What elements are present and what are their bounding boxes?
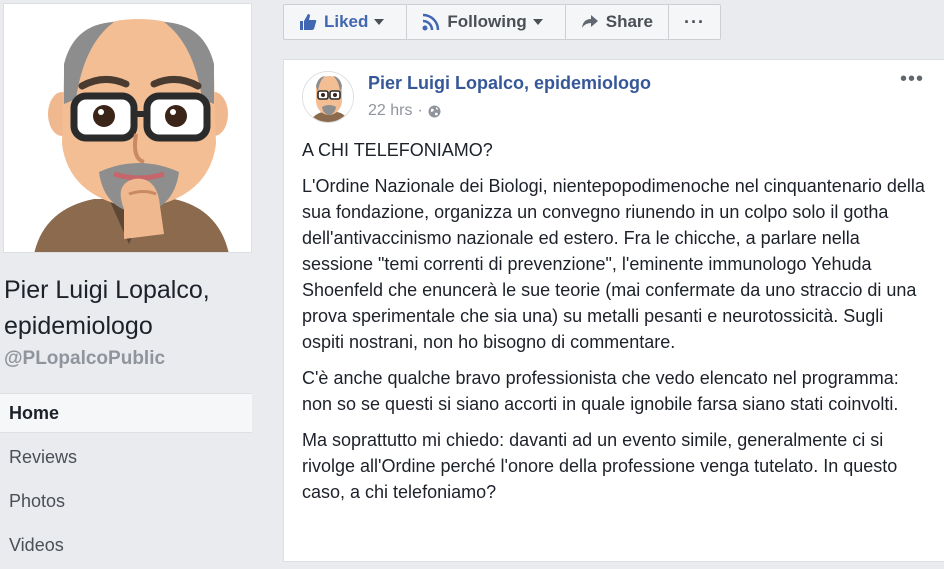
nav-item-photos[interactable]: Photos (0, 481, 252, 521)
post-card: Pier Luigi Lopalco, epidemiologo 22 hrs … (283, 59, 944, 562)
share-arrow-icon (581, 15, 598, 28)
chevron-down-icon (374, 19, 385, 25)
nav-item-home[interactable]: Home (0, 393, 252, 433)
share-button[interactable]: Share (566, 5, 669, 39)
profile-picture[interactable] (3, 3, 252, 253)
action-button-group: Liked Following Share ··· (283, 4, 721, 40)
more-actions-button[interactable]: ··· (669, 5, 720, 39)
post-meta: 22 hrs · (368, 102, 441, 120)
nav-item-videos[interactable]: Videos (0, 525, 252, 565)
rss-icon (422, 13, 440, 31)
post-body: A CHI TELEFONIAMO? L'Ordine Nazionale de… (302, 137, 927, 515)
left-column: Pier Luigi Lopalco, epidemiologo @PLopal… (0, 0, 266, 562)
share-label: Share (605, 12, 653, 31)
post-paragraph: A CHI TELEFONIAMO? (302, 140, 493, 160)
liked-button[interactable]: Liked (284, 5, 408, 39)
post-author-name[interactable]: Pier Luigi Lopalco, epidemiologo (368, 73, 651, 94)
nav-item-reviews[interactable]: Reviews (0, 437, 252, 477)
page-name[interactable]: Pier Luigi Lopalco, epidemiologo (4, 272, 259, 344)
meta-separator: · (417, 102, 423, 119)
following-label: Following (447, 12, 527, 31)
liked-label: Liked (324, 12, 369, 31)
post-paragraph: Ma soprattutto mi chiedo: davanti ad un … (302, 430, 898, 502)
page-handle[interactable]: @PLopalcoPublic (4, 348, 165, 370)
page-nav: Home Reviews Photos Videos (0, 393, 252, 569)
post-paragraph: C'è anche qualche bravo professionista c… (302, 368, 899, 414)
post-options-button[interactable]: ••• (900, 68, 924, 91)
more-actions-label: ··· (683, 11, 705, 32)
post-paragraph: L'Ordine Nazionale dei Biologi, nientepo… (302, 176, 925, 352)
globe-icon[interactable] (428, 105, 441, 118)
post-timestamp[interactable]: 22 hrs (368, 102, 412, 120)
thumbs-up-icon (300, 14, 317, 30)
following-button[interactable]: Following (407, 5, 566, 39)
chevron-down-icon (532, 19, 543, 25)
author-avatar[interactable] (302, 71, 354, 123)
page-action-bar: Liked Following Share ··· (266, 0, 944, 60)
